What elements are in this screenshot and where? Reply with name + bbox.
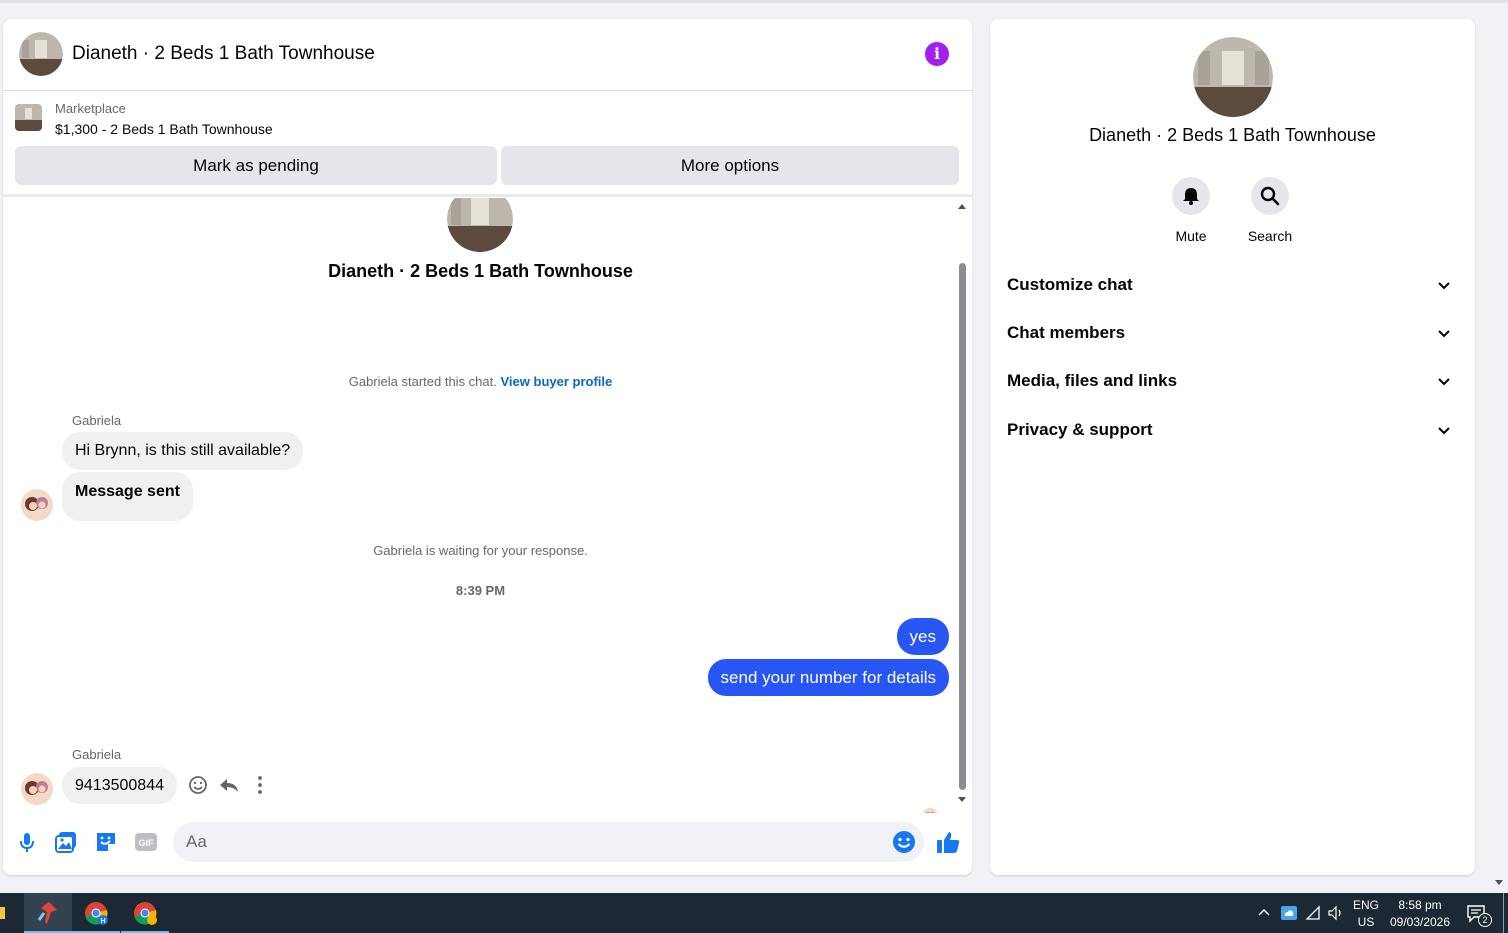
listing-title: $1,300 - 2 Beds 1 Bath Townhouse [55, 121, 273, 137]
sent-message-bubble[interactable]: yes [896, 618, 949, 655]
mute-button[interactable]: Mute [1156, 177, 1226, 244]
info-icon[interactable]: i [925, 42, 949, 66]
volume-icon[interactable] [1327, 905, 1345, 921]
reply-icon[interactable] [217, 773, 241, 797]
chat-header: Dianeth · 2 Beds 1 Bath Townhouse i [3, 19, 972, 91]
buyer-avatar[interactable] [21, 489, 53, 521]
section-label: Media, files and links [1007, 371, 1178, 390]
region-indicator[interactable]: US [1350, 915, 1382, 929]
clock-time[interactable]: 8:58 pm [1386, 898, 1454, 912]
intro-title: Dianeth · 2 Beds 1 Bath Townhouse [328, 261, 633, 281]
listing-avatar[interactable] [19, 32, 63, 76]
notification-badge: 2 [1478, 913, 1492, 927]
message-bubble[interactable]: Message sent [62, 472, 193, 521]
file-explorer-icon[interactable] [0, 893, 12, 933]
scroll-down-arrow[interactable] [958, 797, 966, 802]
app-tool-icon [37, 902, 57, 924]
chat-started-text: Gabriela started this chat. [348, 374, 497, 389]
more-options-button[interactable]: More options [501, 146, 959, 185]
page-scroll-down-arrow[interactable] [1495, 880, 1503, 885]
more-icon[interactable] [248, 773, 272, 797]
conversation-details-panel: Dianeth · 2 Beds 1 Bath Townhouse Mute S… [990, 19, 1475, 875]
buyer-avatar[interactable] [21, 773, 53, 805]
section-label: Chat members [1007, 323, 1126, 342]
chrome-icon: H [85, 902, 108, 925]
photo-icon[interactable] [53, 829, 79, 855]
message-input[interactable] [173, 822, 924, 862]
bell-icon [1183, 188, 1199, 205]
divider [3, 194, 972, 197]
emoji-icon[interactable] [891, 829, 917, 855]
wifi-icon[interactable] [1305, 905, 1321, 921]
mute-label: Mute [1175, 228, 1207, 244]
timestamp: 8:39 PM [455, 583, 506, 598]
chevron-up-icon[interactable] [1257, 907, 1271, 917]
chat-title[interactable]: Dianeth · 2 Beds 1 Bath Townhouse [72, 43, 375, 65]
waiting-text: Gabriela is waiting for your response. [373, 543, 588, 558]
language-indicator[interactable]: ENG [1350, 898, 1382, 912]
sent-message-bubble[interactable]: send your number for details [707, 659, 949, 696]
scroll-up-arrow[interactable] [958, 204, 966, 209]
search-button[interactable]: Search [1235, 177, 1305, 244]
clock-date[interactable]: 09/03/2026 [1386, 915, 1454, 929]
intro-avatar [447, 198, 513, 252]
search-label: Search [1247, 228, 1293, 244]
react-icon[interactable] [186, 773, 210, 797]
search-icon [1260, 186, 1280, 206]
listing-thumbnail [15, 104, 42, 131]
svg-text:GIF: GIF [139, 838, 155, 848]
message-bubble[interactable]: Hi Brynn, is this still available? [62, 432, 304, 470]
chrome-icon [134, 902, 157, 925]
chat-panel: Dianeth · 2 Beds 1 Bath Townhouse i Mark… [3, 19, 972, 875]
chevron-down-icon [1438, 330, 1450, 338]
message-bubble[interactable]: 9413500844 [62, 767, 177, 804]
chevron-down-icon [1438, 378, 1450, 386]
seen-indicator-avatar [922, 808, 938, 813]
section-chat-members[interactable]: Chat members [1007, 313, 1462, 353]
taskbar-app-tool[interactable] [24, 893, 72, 933]
listing-avatar-large[interactable] [1193, 37, 1273, 117]
gif-icon[interactable]: GIF [133, 829, 159, 855]
thumbs-up-icon[interactable] [935, 829, 961, 855]
section-customize-chat[interactable]: Customize chat [1007, 265, 1462, 305]
cloud-sync-icon[interactable] [1280, 905, 1298, 921]
taskbar-chrome-profile-2[interactable] [121, 893, 169, 933]
mark-as-pending-button[interactable]: Mark as pending [15, 146, 497, 185]
message-list[interactable]: Dianeth · 2 Beds 1 Bath Townhouse Gabrie… [3, 198, 972, 813]
section-label: Privacy & support [1007, 420, 1153, 439]
listing-source: Marketplace [55, 101, 126, 116]
view-buyer-profile-link[interactable]: View buyer profile [501, 374, 613, 389]
chat-started-line: Gabriela started this chat. View buyer p… [3, 374, 958, 389]
browser-top-edge [0, 0, 1508, 3]
taskbar: H ENG US 8:58 pm 09/03/2026 2 [0, 893, 1508, 933]
sender-name: Gabriela [72, 413, 122, 428]
listing-actions: Mark as pending More options [15, 146, 960, 185]
section-label: Customize chat [1007, 275, 1133, 294]
svg-text:H: H [100, 918, 105, 925]
scrollbar-thumb[interactable] [959, 263, 966, 790]
chevron-down-icon [1438, 282, 1450, 290]
taskbar-chrome-profile-h[interactable]: H [72, 893, 120, 933]
microphone-icon[interactable] [14, 829, 40, 855]
composer: GIF [3, 816, 972, 870]
listing-banner[interactable]: Marketplace $1,300 - 2 Beds 1 Bath Townh… [15, 99, 960, 141]
chevron-down-icon [1438, 427, 1450, 435]
side-title: Dianeth · 2 Beds 1 Bath Townhouse [1089, 125, 1376, 145]
show-desktop-button[interactable] [1503, 893, 1504, 933]
section-media-files-links[interactable]: Media, files and links [1007, 361, 1462, 401]
sticker-icon[interactable] [93, 829, 119, 855]
sender-name: Gabriela [72, 747, 122, 762]
section-privacy-support[interactable]: Privacy & support [1007, 410, 1462, 450]
